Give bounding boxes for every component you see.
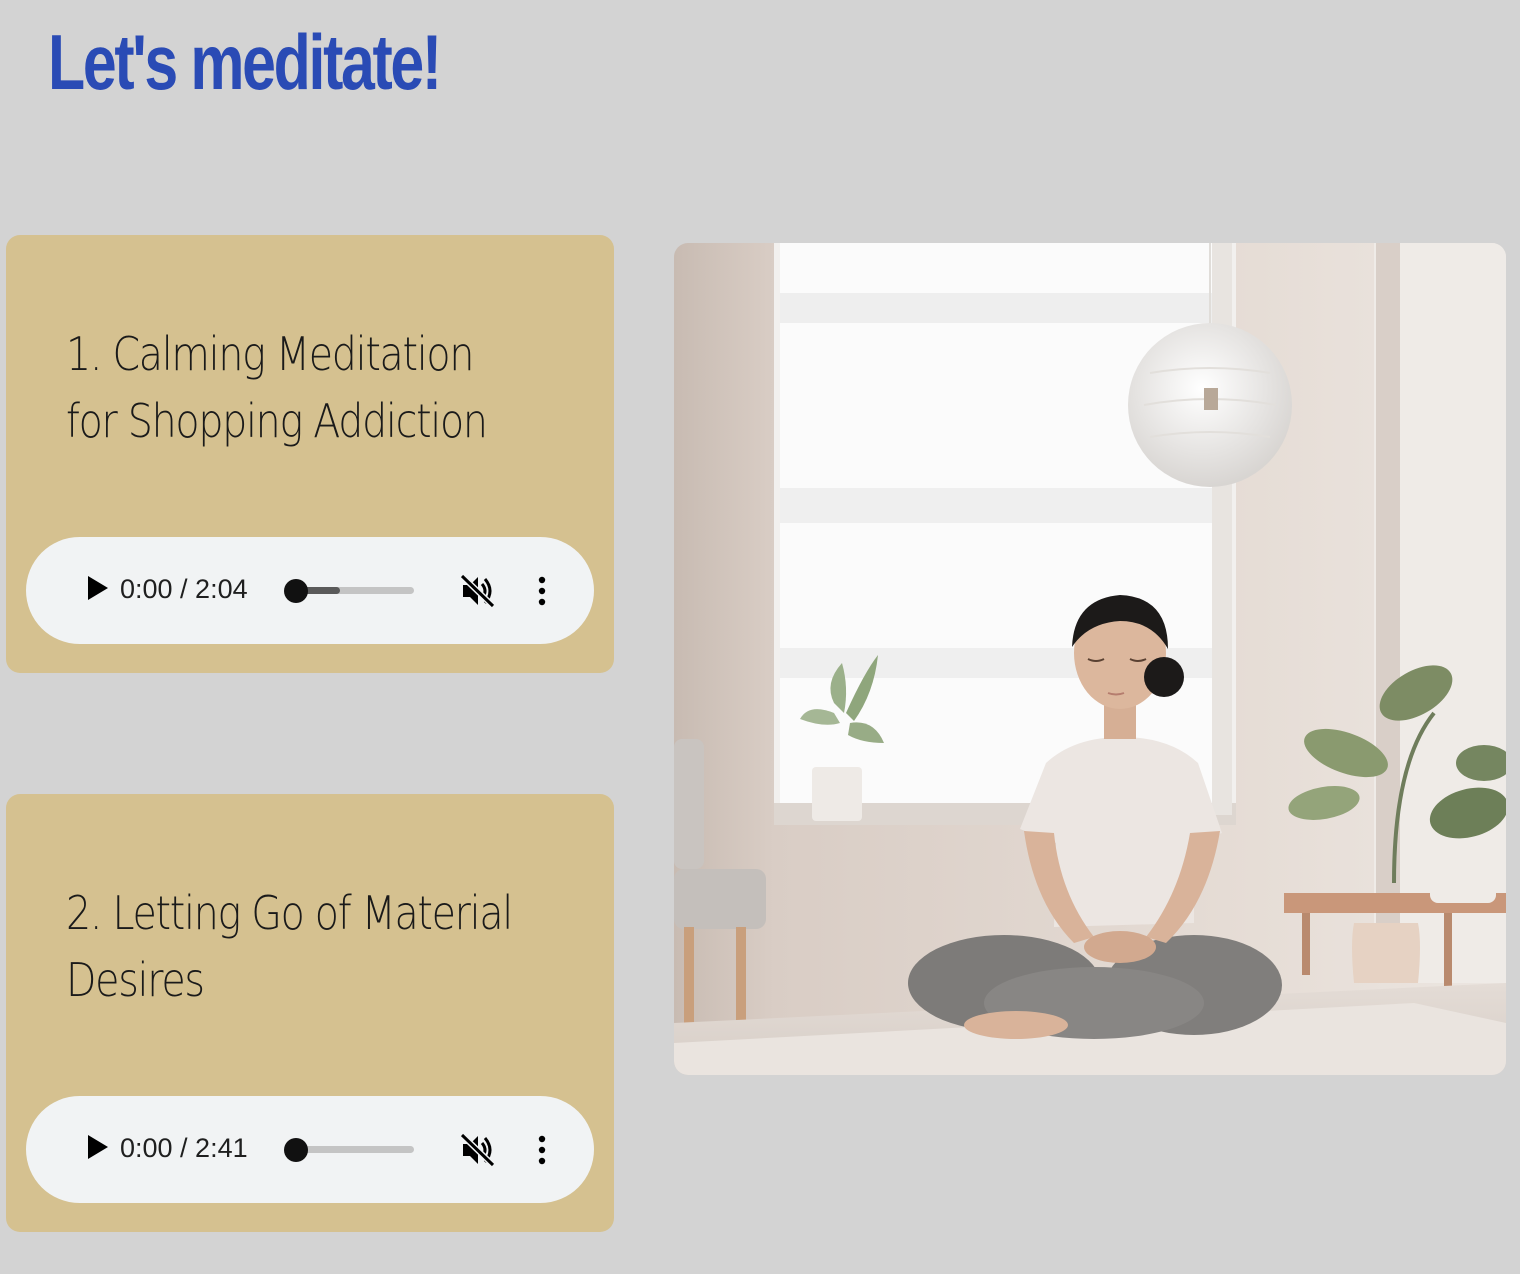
meditation-title: 1. Calming Meditation for Shopping Addic… <box>66 327 488 448</box>
meditation-photo <box>674 243 1506 1075</box>
meditation-title: 2. Letting Go of Material Desires <box>66 886 513 1007</box>
play-icon[interactable] <box>88 1135 108 1159</box>
time-display: 0:00 / 2:41 <box>120 1133 248 1163</box>
page: Let's meditate! 1. Calming Meditation fo… <box>0 0 1520 1274</box>
audio-player: 0:00 / 2:41 <box>26 1096 594 1203</box>
meditation-card-1: 1. Calming Meditation for Shopping Addic… <box>6 235 614 673</box>
progress-thumb[interactable] <box>284 1138 308 1162</box>
audio-player: 0:00 / 2:04 <box>26 537 594 644</box>
volume-muted-icon[interactable] <box>459 1132 496 1168</box>
meditation-card-2: 2. Letting Go of Material Desires 0:00 /… <box>6 794 614 1232</box>
page-title: Let's meditate! <box>48 18 442 106</box>
more-vert-icon[interactable] <box>534 575 550 607</box>
play-icon[interactable] <box>88 576 108 600</box>
more-vert-icon[interactable] <box>534 1134 550 1166</box>
progress-thumb[interactable] <box>284 579 308 603</box>
volume-muted-icon[interactable] <box>459 573 496 609</box>
time-display: 0:00 / 2:04 <box>120 574 248 604</box>
progress-slider[interactable] <box>284 579 414 603</box>
woman-meditating-illustration <box>674 243 1506 1075</box>
progress-slider[interactable] <box>284 1138 414 1162</box>
